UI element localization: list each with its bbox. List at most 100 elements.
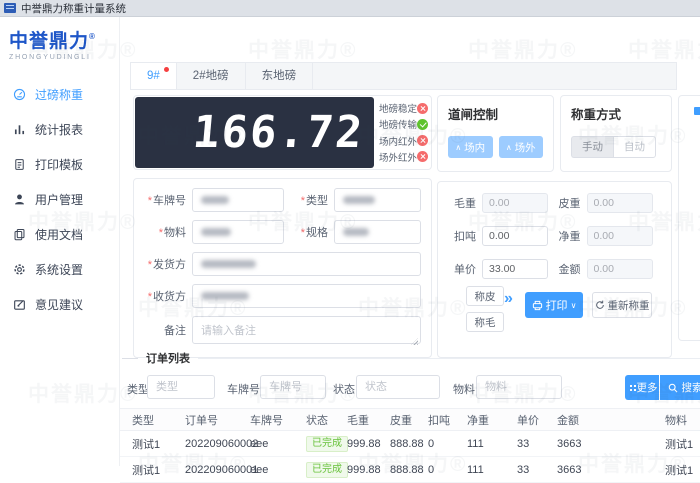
mode-manual-option[interactable]: 手动 [571,136,613,158]
col-header-amount[interactable]: 金额 [557,409,579,430]
required-asterisk: * [159,227,163,239]
sidebar-item-label: 统计报表 [35,121,83,138]
tab-scale-2[interactable]: 2#地磅 [177,63,246,89]
redacted-value [201,292,249,300]
button-label: 搜索 [682,380,700,395]
refresh-icon [595,300,605,310]
gate-outside-button[interactable]: ∧ 场外 [499,136,544,158]
col-header-status[interactable]: 状态 [306,409,328,430]
weigh-tare-button[interactable]: 称皮 [466,286,504,306]
order-table-row[interactable]: 测试1 202209060002 eee 已完成 999.88 888.88 0… [120,431,700,457]
col-header-order-no[interactable]: 订单号 [185,409,218,430]
label-text: 车牌号 [153,195,186,207]
scale-icon [13,88,26,101]
status-scale-transmit: 地磅传输 [379,117,426,131]
shipper-field[interactable] [192,252,421,276]
field-label-plate: *车牌号 [144,192,192,208]
col-header-price[interactable]: 单价 [517,409,539,430]
status-infrared-inside: 场内红外 [379,134,426,148]
gate-inside-button[interactable]: ∧ 场内 [448,136,493,158]
weigh-gross-button[interactable]: 称毛 [466,312,504,332]
more-filters-button[interactable]: 更多 [625,375,659,400]
col-header-gross[interactable]: 毛重 [347,409,369,430]
col-header-type[interactable]: 类型 [132,409,154,430]
sidebar-item-feedback[interactable]: 意见建议 [0,287,119,322]
field-label-spec: *规格 [294,224,334,240]
sidebar-item-label: 使用文档 [35,226,83,243]
label-text: 类型 [306,195,328,207]
cell-status: 已完成 [306,431,348,456]
filter-plate-input[interactable] [260,375,326,399]
reweigh-button[interactable]: 重新称重 [592,292,652,318]
field-label-material: *物料 [144,224,192,240]
weigh-mode-card: 称重方式 手动 自动 [560,95,672,172]
error-status-icon [417,151,428,162]
cell-material: 测试1 [665,431,693,456]
plate-number-field[interactable] [192,188,284,212]
receiver-field[interactable] [192,284,421,308]
cell-gross: 999.88 [347,431,381,456]
sidebar-item-users[interactable]: 用户管理 [0,182,119,217]
label-text: 物料 [164,227,186,239]
tab-scale-9[interactable]: 9# [131,63,177,89]
mode-auto-option[interactable]: 自动 [613,136,656,158]
status-badge: 已完成 [306,462,348,478]
user-icon [13,193,26,206]
weight-reading: 166.72 [191,107,366,158]
cell-amount: 3663 [557,431,581,456]
gear-icon [13,263,26,276]
col-header-material[interactable]: 物料 [665,409,687,430]
required-asterisk: * [148,195,152,207]
redacted-value [201,260,256,268]
required-asterisk: * [301,227,305,239]
registered-mark: ® [89,32,96,41]
weigh-mode-title: 称重方式 [571,104,661,123]
spec-field[interactable] [334,220,421,244]
sidebar-item-docs[interactable]: 使用文档 [0,217,119,252]
net-weight-input[interactable] [587,226,653,246]
col-header-plate[interactable]: 车牌号 [250,409,283,430]
net-weight-label: 净重 [555,228,581,244]
remark-input[interactable] [192,316,421,344]
search-button[interactable]: 搜索 [660,375,700,400]
main-content: 9# 2#地磅 东地磅 166.72 地磅稳定 地磅传输 场内红外 [120,17,700,466]
feedback-icon [13,298,26,311]
error-status-icon [417,135,428,146]
weigh-mode-toggle: 手动 自动 [571,136,656,158]
window-titlebar: 中誉鼎力称重计量系统 [0,0,700,17]
cell-net: 111 [467,431,484,456]
brand-subtitle: ZHONGYUDINGLI [9,54,119,61]
sidebar-item-label: 系统设置 [35,261,83,278]
filter-material-input[interactable] [476,375,562,399]
bar-chart-icon [13,123,26,136]
unit-price-input[interactable] [482,259,548,279]
order-table-row[interactable]: 测试1 202209060001 eee 已完成 999.88 888.88 0… [120,457,700,483]
col-header-deduction[interactable]: 扣吨 [428,409,450,430]
amount-input[interactable] [587,259,653,279]
deduction-input[interactable] [482,226,548,246]
sidebar-item-settings[interactable]: 系统设置 [0,252,119,287]
tab-label: 9# [147,70,160,82]
panel-fragment [694,107,700,115]
cell-order-no: 202209060001 [185,457,258,482]
tab-scale-east[interactable]: 东地磅 [246,63,314,89]
filter-type-input[interactable] [147,375,215,399]
print-button[interactable]: 打印 ∨ [525,292,583,318]
cell-gross: 999.88 [347,457,381,482]
gross-weight-input[interactable] [482,193,548,213]
tare-weight-input[interactable] [587,193,653,213]
cell-net: 111 [467,457,484,482]
field-label-remark: 备注 [144,322,192,338]
type-field[interactable] [334,188,421,212]
sidebar-item-reports[interactable]: 统计报表 [0,112,119,147]
material-field[interactable] [192,220,284,244]
filter-status-input[interactable] [356,375,440,399]
col-header-tare[interactable]: 皮重 [390,409,412,430]
redacted-value [201,196,229,204]
sidebar-item-weighing[interactable]: 过磅称重 [0,77,119,112]
col-header-net[interactable]: 净重 [467,409,489,430]
grid-icon [627,385,633,391]
cell-status: 已完成 [306,457,348,482]
cell-deduction: 0 [428,457,434,482]
sidebar-item-print-templates[interactable]: 打印模板 [0,147,119,182]
